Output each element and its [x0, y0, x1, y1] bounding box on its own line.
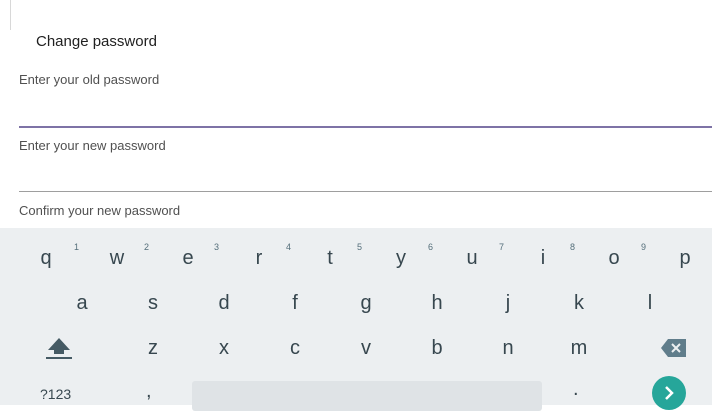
key-x[interactable]: x	[211, 338, 237, 358]
new-password-underline	[19, 191, 712, 192]
key-k[interactable]: k	[566, 293, 592, 313]
key-q[interactable]: q 1	[33, 242, 79, 268]
key-n[interactable]: n	[495, 338, 521, 358]
key-d[interactable]: d	[211, 293, 237, 313]
key-e[interactable]: e 3	[175, 242, 219, 268]
key-c[interactable]: c	[282, 338, 308, 358]
shift-icon	[46, 338, 72, 359]
key-w[interactable]: w 2	[104, 242, 149, 268]
backspace-icon	[661, 339, 686, 357]
key-b[interactable]: b	[424, 338, 450, 358]
symbols-key[interactable]: ?123	[40, 386, 71, 402]
key-l[interactable]: l	[637, 293, 663, 313]
key-y[interactable]: y 6	[388, 242, 433, 268]
key-r[interactable]: r 4	[246, 242, 291, 268]
key-i[interactable]: i 8	[530, 242, 575, 268]
key-u[interactable]: u 7	[459, 242, 504, 268]
key-f[interactable]: f	[282, 293, 308, 313]
key-m[interactable]: m	[566, 338, 592, 358]
shift-key[interactable]	[44, 336, 74, 365]
space-bar[interactable]	[192, 381, 542, 411]
key-a[interactable]: a	[69, 293, 95, 313]
new-password-field[interactable]	[19, 134, 712, 192]
soft-keyboard: q 1 w 2 e 3 r 4 t 5 y 6 u 7 i 8 o 9 p a …	[0, 228, 712, 411]
key-period[interactable]: .	[573, 378, 579, 401]
divider	[10, 0, 11, 30]
key-z[interactable]: z	[140, 338, 166, 358]
key-p[interactable]: p	[672, 248, 698, 268]
old-password-underline	[19, 126, 712, 128]
key-t[interactable]: t 5	[317, 242, 362, 268]
backspace-key[interactable]	[660, 338, 688, 363]
old-password-field[interactable]	[19, 68, 712, 128]
key-v[interactable]: v	[353, 338, 379, 358]
confirm-password-field[interactable]	[19, 199, 712, 227]
key-j[interactable]: j	[495, 293, 521, 313]
key-h[interactable]: h	[424, 293, 450, 313]
key-g[interactable]: g	[353, 293, 379, 313]
dialog-title: Change password	[36, 33, 157, 50]
key-comma[interactable]: ,	[146, 380, 152, 403]
key-o[interactable]: o 9	[601, 242, 646, 268]
key-s[interactable]: s	[140, 293, 166, 313]
